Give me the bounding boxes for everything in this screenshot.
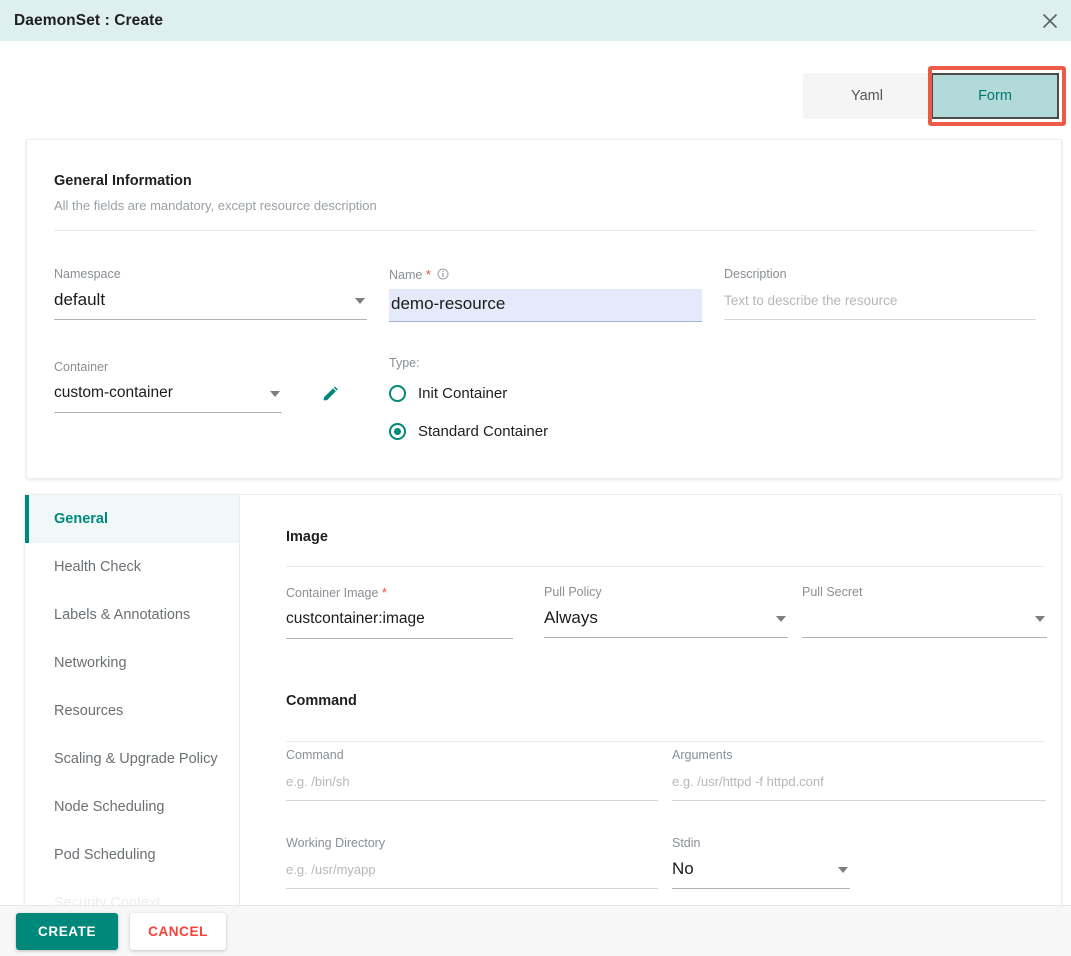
dialog-titlebar: DaemonSet : Create: [0, 0, 1071, 41]
container-image-input[interactable]: custcontainer:image: [286, 606, 513, 639]
chevron-down-icon: [355, 298, 365, 304]
tab-yaml[interactable]: Yaml: [803, 73, 931, 119]
cancel-button[interactable]: CANCEL: [130, 912, 226, 950]
dialog-action-bar: CREATE CANCEL: [0, 905, 1071, 956]
container-field[interactable]: Container custom-container: [54, 360, 282, 413]
name-label: Name *: [389, 267, 702, 283]
arguments-placeholder: e.g. /usr/httpd -f httpd.conf: [672, 774, 824, 789]
stdin-select[interactable]: No: [672, 856, 850, 889]
close-icon[interactable]: [1038, 9, 1062, 33]
pull-policy-field[interactable]: Pull Policy Always: [544, 585, 788, 638]
arguments-label: Arguments: [672, 748, 733, 762]
sidebar-item-resources[interactable]: Resources: [25, 687, 239, 735]
radio-init-container-label: Init Container: [418, 385, 508, 402]
image-section-title: Image: [286, 529, 328, 545]
chevron-down-icon: [838, 867, 848, 873]
command-section-rule: [286, 741, 1044, 742]
container-detail-panel: General Health Check Labels & Annotation…: [24, 494, 1062, 906]
container-image-label-text: Container Image: [286, 586, 379, 600]
command-field[interactable]: Command e.g. /bin/sh: [286, 748, 658, 801]
pull-secret-label: Pull Secret: [802, 585, 863, 599]
sidebar-item-node-scheduling[interactable]: Node Scheduling: [25, 783, 239, 831]
info-icon[interactable]: [437, 268, 449, 283]
form-section-sidebar: General Health Check Labels & Annotation…: [25, 495, 240, 905]
name-input[interactable]: demo-resource: [389, 289, 702, 322]
working-directory-label: Working Directory: [286, 836, 386, 850]
namespace-select[interactable]: default: [54, 287, 367, 320]
daemonset-create-dialog: DaemonSet : Create Yaml Form General Inf…: [0, 0, 1071, 956]
description-field[interactable]: Description Text to describe the resourc…: [724, 267, 1036, 320]
card-divider: [54, 230, 1036, 231]
view-mode-tabs: Yaml Form: [803, 73, 1059, 119]
container-select[interactable]: custom-container: [54, 380, 282, 413]
tab-form[interactable]: Form: [931, 73, 1059, 119]
arguments-field[interactable]: Arguments e.g. /usr/httpd -f httpd.conf: [672, 748, 1046, 801]
container-value: custom-container: [54, 384, 173, 401]
stdin-value: No: [672, 859, 694, 878]
container-image-required-asterisk: *: [381, 585, 387, 600]
sidebar-item-security-context[interactable]: Security Context: [25, 879, 239, 905]
description-input[interactable]: Text to describe the resource: [724, 287, 1036, 320]
container-image-field[interactable]: Container Image * custcontainer:image: [286, 585, 513, 639]
radio-standard-container[interactable]: Standard Container: [389, 423, 548, 440]
general-information-title: General Information: [54, 173, 192, 189]
stdin-field[interactable]: Stdin No: [672, 836, 850, 889]
radio-standard-container-label: Standard Container: [418, 423, 549, 440]
chevron-down-icon: [776, 616, 786, 622]
sidebar-item-scaling-upgrade-policy[interactable]: Scaling & Upgrade Policy: [25, 735, 239, 783]
container-label: Container: [54, 360, 109, 374]
namespace-field[interactable]: Namespace default: [54, 267, 367, 320]
type-label: Type:: [389, 356, 420, 370]
name-field[interactable]: Name * demo-resource: [389, 267, 702, 322]
create-button[interactable]: CREATE: [16, 912, 119, 950]
name-value: demo-resource: [391, 294, 506, 313]
general-information-subtitle: All the fields are mandatory, except res…: [54, 198, 377, 213]
pencil-icon[interactable]: [320, 385, 340, 410]
image-section-rule: [286, 566, 1044, 567]
pull-policy-label: Pull Policy: [544, 585, 602, 599]
pull-policy-select[interactable]: Always: [544, 605, 788, 638]
radio-circle-selected-icon: [389, 423, 406, 440]
container-image-label: Container Image *: [286, 585, 513, 600]
description-label: Description: [724, 267, 787, 281]
sidebar-item-pod-scheduling[interactable]: Pod Scheduling: [25, 831, 239, 879]
command-placeholder: e.g. /bin/sh: [286, 774, 350, 789]
arguments-input[interactable]: e.g. /usr/httpd -f httpd.conf: [672, 768, 1046, 801]
chevron-down-icon: [1035, 616, 1045, 622]
radio-circle-icon: [389, 385, 406, 402]
sidebar-item-health-check[interactable]: Health Check: [25, 543, 239, 591]
sidebar-item-networking[interactable]: Networking: [25, 639, 239, 687]
namespace-label: Namespace: [54, 267, 121, 281]
working-directory-input[interactable]: e.g. /usr/myapp: [286, 856, 658, 889]
command-input[interactable]: e.g. /bin/sh: [286, 768, 658, 801]
working-directory-field[interactable]: Working Directory e.g. /usr/myapp: [286, 836, 658, 889]
general-form-panel: Image Container Image * custcontainer:im…: [240, 495, 1061, 905]
radio-init-container[interactable]: Init Container: [389, 385, 507, 402]
command-section-title: Command: [286, 693, 357, 709]
sidebar-item-labels-annotations[interactable]: Labels & Annotations: [25, 591, 239, 639]
working-directory-placeholder: e.g. /usr/myapp: [286, 862, 376, 877]
name-required-asterisk: *: [425, 267, 431, 282]
namespace-value: default: [54, 290, 106, 309]
chevron-down-icon: [270, 391, 280, 397]
pull-policy-value: Always: [544, 608, 598, 627]
name-label-text: Name: [389, 268, 423, 282]
command-label: Command: [286, 748, 344, 762]
sidebar-item-general[interactable]: General: [25, 495, 239, 543]
page-title: DaemonSet : Create: [14, 11, 164, 29]
stdin-label: Stdin: [672, 836, 701, 850]
description-placeholder: Text to describe the resource: [724, 293, 898, 308]
pull-secret-field[interactable]: Pull Secret: [802, 585, 1047, 638]
pull-secret-select[interactable]: [802, 605, 1047, 638]
container-image-value: custcontainer:image: [286, 610, 425, 627]
